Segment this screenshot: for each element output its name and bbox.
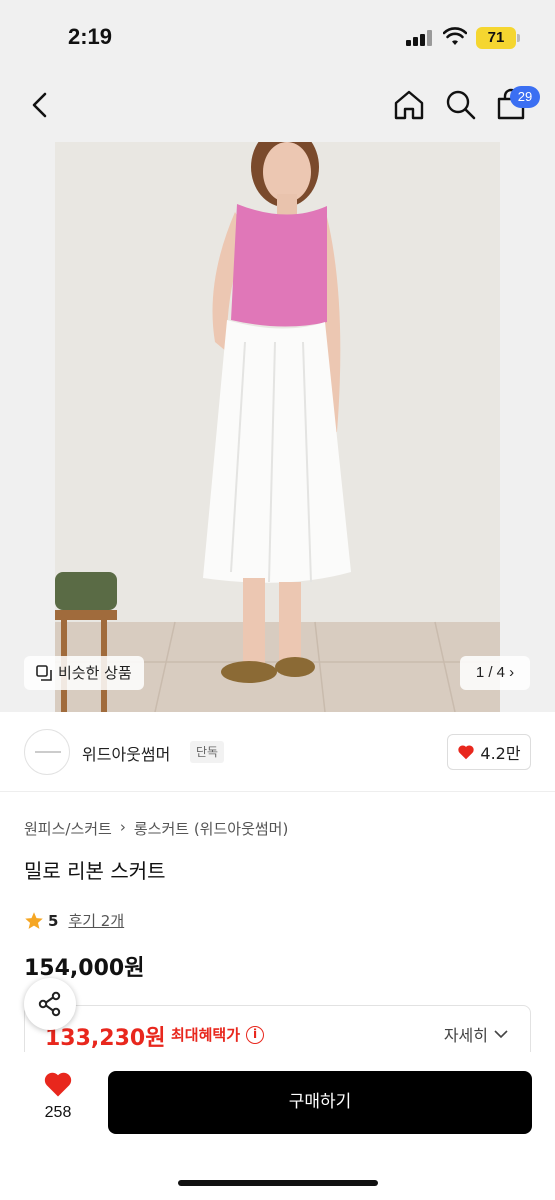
similar-icon (36, 665, 52, 681)
exclusive-badge: 단독 (190, 741, 225, 763)
chevron-right-icon: › (119, 818, 126, 836)
status-bar: 2:19 71 (0, 0, 555, 70)
chevron-right-icon: › (509, 664, 515, 681)
benefit-label: 최대혜택가 (171, 1026, 241, 1044)
wishlist-count: 258 (44, 1104, 72, 1121)
similar-label: 비슷한 상품 (58, 664, 132, 682)
star-icon (25, 911, 43, 929)
page-count: 1 / 4 (475, 664, 505, 681)
wifi-icon (443, 27, 467, 45)
product-photo (55, 142, 500, 712)
benefit-label-group: 최대혜택가 i (171, 1024, 265, 1045)
bottom-action-bar: 258 구매하기 (0, 1052, 555, 1200)
category-breadcrumb: 원피스/스커트 › 롱스커트 (위드아웃썸머) (24, 818, 288, 839)
category-sub[interactable]: 롱스커트 (위드아웃썸머) (134, 818, 288, 839)
search-icon[interactable] (444, 88, 478, 122)
category-main[interactable]: 원피스/스커트 (24, 818, 112, 839)
brand-name[interactable]: 위드아웃썸머 (82, 741, 170, 765)
status-time: 2:19 (68, 24, 113, 49)
chevron-down-icon (494, 1030, 508, 1039)
battery-tip (517, 34, 520, 42)
review-link[interactable]: 후기 2개 (68, 910, 124, 931)
heart-icon (44, 1072, 72, 1097)
product-title: 밀로 리본 스커트 (24, 859, 166, 883)
image-page-indicator[interactable]: 1 / 4 › (460, 656, 530, 690)
detail-label: 자세히 (443, 1026, 488, 1045)
rating-row: 5 후기 2개 (24, 910, 124, 931)
product-image[interactable] (55, 142, 500, 712)
info-icon[interactable]: i (246, 1025, 265, 1044)
brand-logo[interactable] (24, 729, 70, 775)
battery-indicator: 71 (476, 27, 516, 49)
product-price: 154,000원 (24, 956, 145, 981)
top-nav (0, 80, 555, 130)
wishlist-button[interactable]: 258 (30, 1070, 86, 1130)
buy-button[interactable]: 구매하기 (108, 1071, 532, 1134)
rating-score: 5 (48, 911, 59, 930)
brand-row: 위드아웃썸머 단독 4.2만 (0, 712, 555, 792)
detail-button[interactable]: 자세히 (444, 1022, 508, 1046)
cart-count-badge: 29 (510, 86, 540, 108)
brand-like-button[interactable]: 4.2만 (447, 734, 531, 770)
similar-products-button[interactable]: 비슷한 상품 (24, 656, 144, 690)
share-icon (38, 991, 61, 1017)
home-icon[interactable] (392, 88, 426, 122)
brand-like-count: 4.2만 (480, 744, 521, 763)
back-icon[interactable] (26, 88, 56, 122)
heart-icon (458, 745, 475, 760)
home-indicator (178, 1180, 378, 1186)
signal-icon (406, 30, 434, 46)
share-button[interactable] (24, 978, 76, 1030)
